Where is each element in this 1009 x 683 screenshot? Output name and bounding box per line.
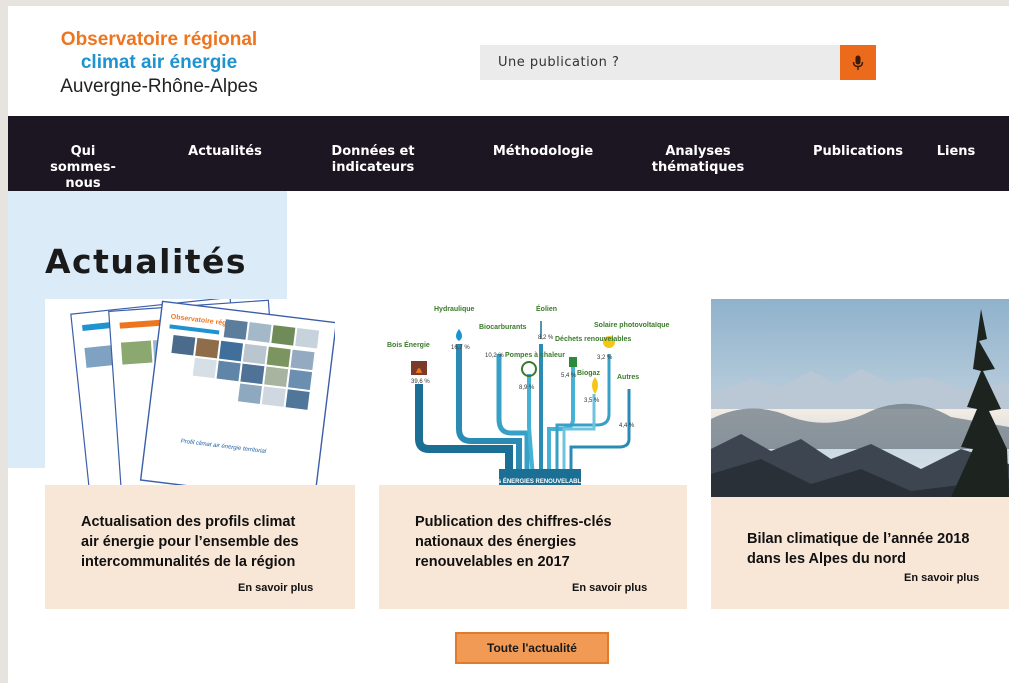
news-card-bilan-climatique[interactable]: Bilan climatique de l’année 2018 dans le… bbox=[711, 299, 1009, 609]
all-news-button[interactable]: Toute l'actualité bbox=[455, 632, 609, 664]
nav-label-line2: indicateurs bbox=[331, 160, 415, 175]
nav-label-line1: Qui sommes- bbox=[50, 144, 116, 175]
nav-label-line1: Liens bbox=[936, 144, 976, 159]
card-title-line: nationaux des énergies bbox=[415, 534, 577, 550]
site-logo[interactable]: Observatoire régional climat air énergie… bbox=[48, 28, 270, 100]
infographic-value: 3,2 % bbox=[597, 355, 613, 361]
search-input[interactable] bbox=[480, 45, 840, 80]
main-navigation: Qui sommes- nous Actualités Données et i… bbox=[8, 116, 1009, 191]
infographic-value: 39,6 % bbox=[411, 379, 430, 385]
logo-line-3: Auvergne-Rhône-Alpes bbox=[60, 76, 258, 97]
infographic-value: 10,2 % bbox=[485, 353, 504, 359]
card-title-line: air énergie pour l’ensemble des bbox=[81, 534, 299, 550]
nav-item-qui-sommes-nous[interactable]: Qui sommes- nous bbox=[38, 144, 128, 192]
infographic-label: Bois Énergie bbox=[387, 340, 430, 349]
infographic-value: 8,9 % bbox=[519, 385, 535, 391]
infographic-label: Solaire photovoltaïque bbox=[594, 322, 670, 329]
nav-label-line1: Publications bbox=[812, 144, 904, 159]
read-more-link[interactable]: En savoir plus bbox=[572, 582, 647, 594]
card-title-line: intercommunalités de la région bbox=[81, 554, 296, 570]
microphone-icon bbox=[852, 55, 864, 70]
nav-label-line2: thématiques bbox=[651, 160, 745, 175]
infographic-label: Pompes à chaleur bbox=[505, 352, 565, 359]
microphone-button[interactable] bbox=[840, 45, 876, 80]
infographic-value: 16,7 % bbox=[451, 345, 470, 351]
infographic-footer: Les ÉNERGIES RENOUVELABLES bbox=[491, 477, 589, 485]
nav-label-line1: Actualités bbox=[188, 144, 262, 159]
card-title: Actualisation des profils climat air éne… bbox=[81, 512, 341, 572]
card-title-line: renouvelables en 2017 bbox=[415, 554, 570, 570]
card-title: Publication des chiffres-clés nationaux … bbox=[415, 512, 675, 572]
card-title-line: Actualisation des profils climat bbox=[81, 514, 296, 530]
card-title-line: Publication des chiffres-clés bbox=[415, 514, 612, 530]
infographic-image: Les ÉNERGIES RENOUVELABLES Hydraulique 1… bbox=[379, 299, 687, 491]
infographic-label: Hydraulique bbox=[434, 306, 475, 313]
logo-line-2: climat air énergie bbox=[80, 52, 238, 73]
infographic-label: Déchets renouvelables bbox=[555, 336, 631, 343]
nav-label-line1: Données et bbox=[331, 144, 415, 159]
infographic-value: 4,4 % bbox=[619, 423, 635, 429]
nav-item-methodologie[interactable]: Méthodologie bbox=[483, 144, 603, 160]
nav-label-line1: Analyses bbox=[665, 144, 731, 159]
infographic-label: Biocarburants bbox=[479, 324, 527, 331]
nav-item-actualites[interactable]: Actualités bbox=[180, 144, 270, 160]
infographic-label: Biogaz bbox=[577, 370, 600, 377]
infographic-value: 8,2 % bbox=[538, 335, 554, 341]
card-title-line: dans les Alpes du nord bbox=[747, 551, 906, 567]
nav-item-liens[interactable]: Liens bbox=[928, 144, 984, 160]
card-title-line: Bilan climatique de l’année 2018 bbox=[747, 531, 970, 547]
documents-image: Observatoire régional Profil climat air … bbox=[45, 299, 335, 491]
page: Observatoire régional climat air énergie… bbox=[8, 6, 1009, 683]
nav-item-analyses-thematiques[interactable]: Analyses thématiques bbox=[643, 144, 753, 176]
nav-item-publications[interactable]: Publications bbox=[803, 144, 913, 160]
search-bar bbox=[480, 45, 876, 80]
nav-label-line2: nous bbox=[65, 176, 101, 191]
infographic-value: 5,4 % bbox=[561, 373, 577, 379]
nav-label-line1: Méthodologie bbox=[492, 144, 594, 159]
read-more-link[interactable]: En savoir plus bbox=[904, 572, 979, 584]
infographic-value: 3,5 % bbox=[584, 398, 600, 404]
infographic-label: Autres bbox=[617, 374, 639, 381]
logo-line-1: Observatoire régional bbox=[60, 29, 258, 50]
news-card-profils[interactable]: Observatoire régional Profil climat air … bbox=[45, 299, 355, 609]
nav-item-donnees-indicateurs[interactable]: Données et indicateurs bbox=[323, 144, 423, 176]
infographic-label: Éolien bbox=[536, 304, 557, 313]
card-title: Bilan climatique de l’année 2018 dans le… bbox=[747, 529, 1007, 569]
page-title: Actualités bbox=[45, 242, 248, 281]
read-more-link[interactable]: En savoir plus bbox=[238, 582, 313, 594]
news-card-energies[interactable]: Les ÉNERGIES RENOUVELABLES Hydraulique 1… bbox=[379, 299, 687, 609]
alps-landscape-image bbox=[711, 299, 1009, 497]
